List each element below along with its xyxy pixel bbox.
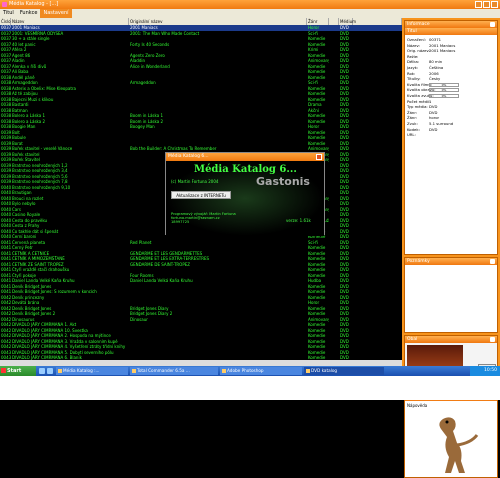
info-value: 2006 [429, 70, 439, 76]
collapse-icon[interactable] [490, 259, 495, 264]
right-panel: Informace Titul Označení: 00371 Název: 2001… [402, 18, 500, 478]
info-fields: Označení: 00371 Název: 2001 Maniacs Orig. ná… [405, 35, 497, 254]
menu-bar: Titul Funkce Nastavení [0, 9, 500, 18]
menu-funkce[interactable]: Funkce [17, 9, 41, 18]
info-box: Informace Titul Označení: 00371 Název: 2001… [404, 20, 498, 255]
info-value: 0% [429, 88, 459, 93]
dialog-icq: 18997725 [171, 220, 190, 225]
dialog-author: (c) Martin Fortuna 2004 [171, 179, 219, 184]
windows-logo-icon [1, 368, 6, 373]
collapse-icon[interactable] [490, 22, 495, 27]
dialog-contact: Programový vývojář: Martin Fortuna fortu… [171, 212, 236, 225]
info-value: 0% [429, 93, 459, 98]
app-icon [222, 368, 226, 373]
collapse-icon[interactable] [490, 337, 495, 342]
quick-launch [39, 368, 53, 374]
info-value: Čeština [429, 64, 444, 70]
info-value: DVD [429, 109, 438, 115]
col-name[interactable]: Název [11, 18, 129, 25]
notes-box: Poznámky [404, 257, 498, 333]
info-value: horor [429, 115, 440, 121]
info-value: 2001 Maniacs [429, 42, 456, 48]
quicklaunch-icon[interactable] [39, 368, 45, 374]
info-header: Informace [405, 21, 497, 28]
info-value: Česky [429, 76, 441, 82]
col-medium[interactable]: Médium [339, 18, 356, 25]
col-orig[interactable]: Originální název [129, 18, 307, 25]
notes-area[interactable] [405, 265, 497, 332]
info-value: DVD [429, 104, 438, 110]
app-icon [306, 368, 310, 373]
task-dvd-katalog[interactable]: DVD katalog [304, 367, 384, 375]
dialog-edition: Gastonis [256, 175, 310, 188]
info-value: 00371 [429, 37, 442, 42]
dialog-titlebar: Média Katalog 6... [166, 153, 324, 161]
info-section: Titul [405, 28, 497, 35]
about-dialog: Média Katalog 6... Média Katalog 6... (c… [165, 152, 325, 236]
window-title: Média Katalog - [...] [9, 1, 59, 7]
info-value: DVD [429, 126, 438, 132]
app-icon [2, 2, 7, 7]
help-box: Nápověda Nápověda [404, 393, 498, 478]
quicklaunch-icon[interactable] [47, 368, 53, 374]
help-text: Nápověda [407, 403, 428, 408]
list-header: Číslo Název Originální název Žánr Médium [0, 18, 402, 25]
col-genre[interactable]: Žánr [307, 18, 329, 25]
task-photoshop[interactable]: Adobe Photoshop [220, 367, 302, 375]
info-field: URL: [407, 132, 495, 138]
info-value: 0% [429, 82, 459, 87]
col-filler [353, 18, 402, 25]
maximize-button[interactable] [483, 1, 490, 8]
info-value: 5.1 surround [429, 120, 454, 126]
dialog-version: verze: 1.61k [286, 218, 311, 223]
info-value: 2001 Maniacs [429, 48, 456, 54]
menu-nastaveni[interactable]: Nastavení [40, 9, 72, 18]
task-total-commander[interactable]: Total Commander 6.5a ... [130, 367, 218, 375]
update-button[interactable]: Aktualizace z INTERNETu [171, 191, 231, 199]
notes-header: Poznámky [405, 258, 497, 265]
system-tray-clock: 10:50 [470, 366, 500, 376]
dialog-logo: Média Katalog 6... [194, 164, 297, 175]
menu-titul[interactable]: Titul [0, 9, 17, 18]
dialog-close-button[interactable] [316, 154, 322, 160]
taskbar-area: Start Média Katalog :... Total Commander… [0, 366, 500, 400]
dinosaur-mascot-icon [439, 417, 479, 473]
col-extra[interactable] [329, 18, 339, 25]
window-titlebar: Média Katalog - [...] [0, 0, 500, 9]
start-button[interactable]: Start [0, 366, 36, 376]
info-value: 1 [429, 98, 432, 104]
cover-header: Obal [405, 336, 497, 343]
taskbar: Start Média Katalog :... Total Commander… [0, 366, 500, 376]
minimize-button[interactable] [475, 1, 482, 8]
close-button[interactable] [491, 1, 498, 8]
info-value: 80 min [429, 59, 443, 65]
col-id[interactable]: Číslo [0, 18, 11, 25]
app-icon [132, 368, 136, 373]
info-label: URL: [407, 132, 416, 138]
app-icon [58, 368, 62, 373]
task-media-katalog[interactable]: Média Katalog :... [56, 367, 128, 375]
